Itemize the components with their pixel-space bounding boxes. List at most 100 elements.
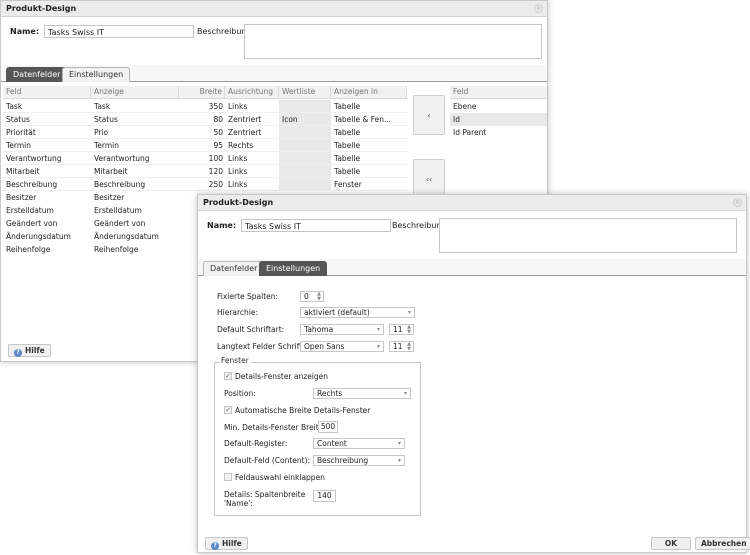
cell-breite: 250 (208, 180, 223, 189)
cell-wertliste (279, 100, 331, 112)
chevron-down-icon: ▾ (397, 440, 401, 447)
help-icon: ? (14, 349, 22, 357)
table-row[interactable]: Beschreibung Beschreibung 250 Links Fenster (3, 178, 407, 191)
col-header-wertliste[interactable]: Wertliste (279, 86, 331, 98)
front-beschreibung-input[interactable] (439, 218, 737, 253)
min-breite-input[interactable]: 500 (318, 421, 338, 433)
cell-ausrichtung: Zentriert (228, 115, 262, 124)
move-field-button[interactable]: ‹ (413, 95, 445, 135)
close-icon[interactable]: ✕ (534, 4, 543, 13)
cell-breite: 350 (208, 102, 223, 111)
right-col-header-feld[interactable]: Feld (450, 86, 547, 98)
cell-feld: Änderungsdatum (6, 232, 71, 241)
tab-einstellungen[interactable]: Einstellungen (259, 261, 328, 276)
auto-breite-checkbox[interactable]: ✓ (224, 406, 232, 414)
table-row[interactable]: Termin Termin 95 Rechts Tabelle (3, 139, 407, 152)
col-header-ausrichtung[interactable]: Ausrichtung (225, 86, 279, 98)
col-header-anzeige[interactable]: Anzeige (91, 86, 179, 98)
back-help-label: Hilfe (25, 346, 45, 355)
list-item[interactable]: Id (450, 113, 547, 126)
back-beschreibung-input[interactable] (244, 24, 542, 59)
cell-breite: 50 (213, 128, 223, 137)
table-row[interactable]: Mitarbeit Mitarbeit 120 Links Tabelle (3, 165, 407, 178)
default-feld-select[interactable]: Beschreibung ▾ (313, 455, 405, 466)
hierarchie-label: Hierarchie: (217, 308, 259, 317)
col-header-feld[interactable]: Feld (3, 86, 91, 98)
cell-feld: Status (6, 115, 30, 124)
cell-feld: Besitzer (6, 193, 37, 202)
tab-datenfelder[interactable]: Datenfelder (203, 261, 265, 276)
fields-grid-header: Feld Anzeige Breite Ausrichtung Wertlist… (3, 86, 407, 99)
front-name-row: Name: Tasks Swiss IT (207, 219, 392, 232)
cell-wertliste (279, 178, 331, 190)
list-item[interactable]: Ebene (450, 100, 547, 113)
chevron-down-icon: ▾ (397, 457, 401, 464)
tab-datenfelder[interactable]: Datenfelder (6, 67, 68, 82)
cell-anzeige: Mitarbeit (94, 167, 128, 176)
front-name-label: Name: (207, 221, 237, 230)
position-select[interactable]: Rechts ▾ (313, 388, 411, 399)
chevron-down-icon: ▾ (376, 343, 380, 350)
fixierte-spalten-value: 0 (304, 292, 309, 301)
ok-button[interactable]: OK (651, 537, 691, 550)
spin-arrows-icon[interactable]: ▲ ▼ (407, 342, 411, 352)
move-all-fields-button[interactable]: ‹‹ (413, 159, 445, 199)
langtext-schriftart-value: Open Sans (304, 342, 345, 351)
default-schriftart-select[interactable]: Tahoma ▾ (300, 324, 384, 335)
default-register-select[interactable]: Content ▾ (313, 438, 405, 449)
back-name-label: Name: (10, 27, 40, 36)
table-row[interactable]: Verantwortung Verantwortung 100 Links Tabell… (3, 152, 407, 165)
spaltenbreite-input[interactable]: 140 (313, 490, 336, 502)
right-grid-header: Feld (450, 86, 547, 99)
default-schriftart-value: Tahoma (304, 325, 334, 334)
cell-ausrichtung: Zentriert (228, 128, 262, 137)
fixierte-spalten-stepper[interactable]: 0 ▲ ▼ (300, 291, 324, 302)
cell-feld: Geändert von (6, 219, 58, 228)
chevron-down-icon: ▾ (407, 309, 411, 316)
cell-ausrichtung: Links (228, 180, 248, 189)
back-help-button[interactable]: ? Hilfe (8, 344, 51, 357)
feldauswahl-checkbox[interactable] (224, 473, 232, 481)
cell-anzeige: Termin (94, 141, 120, 150)
cell-feld: Mitarbeit (6, 167, 40, 176)
front-dialog-titlebar: Produkt-Design ✕ (198, 195, 746, 211)
back-name-input[interactable]: Tasks Swiss IT (44, 25, 195, 38)
langtext-groesse-stepper[interactable]: 11 ▲ ▼ (389, 341, 414, 352)
back-name-row: Name: Tasks Swiss IT (10, 25, 195, 38)
hierarchie-select[interactable]: aktiviert (default) ▾ (300, 307, 415, 318)
cell-anzeige: Prio (94, 128, 109, 137)
default-schriftgroesse-stepper[interactable]: 11 ▲ ▼ (389, 324, 414, 335)
cell-feld: Task (6, 102, 23, 111)
feldauswahl-label: Feldauswahl einklappen (235, 473, 325, 482)
front-dialog: Produkt-Design ✕ Name: Tasks Swiss IT Be… (197, 194, 750, 553)
details-fenster-label: Details-Fenster anzeigen (235, 372, 329, 381)
front-help-button[interactable]: ? Hilfe (205, 537, 248, 550)
fenster-legend: Fenster (219, 356, 251, 365)
details-fenster-checkbox[interactable]: ✓ (224, 372, 232, 380)
langtext-schriftart-select[interactable]: Open Sans ▾ (300, 341, 384, 352)
cell-anzeige: Besitzer (94, 193, 125, 202)
cell-anzeigen-in: Tabelle (334, 141, 361, 150)
table-row[interactable]: Priorität Prio 50 Zentriert Tabelle (3, 126, 407, 139)
close-icon[interactable]: ✕ (733, 198, 742, 207)
cell-wertliste (279, 139, 331, 151)
col-header-breite[interactable]: Breite (179, 86, 225, 98)
default-register-value: Content (317, 439, 347, 448)
cell-feld: Termin (6, 141, 32, 150)
spin-arrows-icon[interactable]: ▲ ▼ (317, 292, 321, 302)
tab-einstellungen[interactable]: Einstellungen (62, 67, 131, 82)
cell-anzeige: Reihenfolge (94, 245, 139, 254)
col-header-anzeigen-in[interactable]: Anzeigen in (331, 86, 407, 98)
cell-wertliste: Icon (279, 113, 331, 125)
right-cell-feld: Id Parent (453, 128, 487, 137)
front-name-input[interactable]: Tasks Swiss IT (241, 219, 392, 232)
spin-arrows-icon[interactable]: ▲ ▼ (407, 325, 411, 335)
cancel-button[interactable]: Abbrechen (695, 537, 750, 550)
list-item[interactable]: Id Parent (450, 126, 547, 139)
cell-anzeige: Erstelldatum (94, 206, 142, 215)
chevron-down-icon: ▾ (376, 326, 380, 333)
table-row[interactable]: Task Task 350 Links Tabelle (3, 100, 407, 113)
table-row[interactable]: Status Status 80 Zentriert Icon Tabelle & Fen… (3, 113, 407, 126)
cell-anzeigen-in: Fenster (334, 180, 362, 189)
cell-anzeige: Beschreibung (94, 180, 146, 189)
